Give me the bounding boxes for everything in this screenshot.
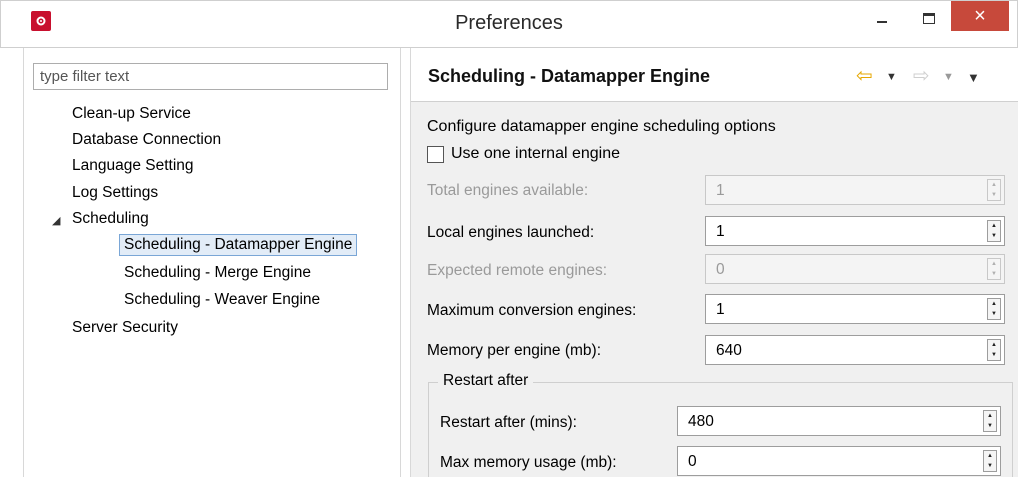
- use-internal-engine-checkbox-row[interactable]: Use one internal engine: [427, 145, 620, 163]
- window-title: Preferences: [455, 12, 563, 34]
- page-description: Configure datamapper engine scheduling o…: [427, 118, 776, 135]
- memory-per-engine-value[interactable]: 640: [716, 342, 742, 360]
- restart-after-mins-value[interactable]: 480: [688, 413, 714, 431]
- memory-per-engine-spinner[interactable]: 640 ▲ ▼: [705, 335, 1005, 365]
- forward-dropdown-icon[interactable]: ▼: [943, 71, 954, 83]
- back-arrow-icon[interactable]: ⇦: [856, 63, 873, 88]
- use-internal-engine-checkbox[interactable]: [427, 145, 444, 163]
- maximize-button[interactable]: [914, 1, 944, 35]
- spinner-arrows-icon: ▲ ▼: [987, 258, 1001, 280]
- expected-remote-engines-value: 0: [716, 261, 725, 278]
- title-bar: Preferences ×: [0, 0, 1018, 48]
- view-menu-icon[interactable]: ▼: [967, 70, 980, 85]
- spinner-arrows-icon[interactable]: ▲ ▼: [983, 450, 997, 472]
- maximize-icon: [923, 12, 935, 24]
- max-memory-usage-label: Max memory usage (mb):: [440, 454, 617, 471]
- minimize-icon: [877, 21, 887, 23]
- total-engines-spinner: 1 ▲ ▼: [705, 175, 1005, 205]
- max-conversion-engines-spinner[interactable]: 1 ▲ ▼: [705, 294, 1005, 324]
- spinner-arrows-icon[interactable]: ▲ ▼: [983, 410, 997, 432]
- close-button[interactable]: ×: [951, 1, 1009, 31]
- expected-remote-engines-label: Expected remote engines:: [427, 262, 608, 279]
- minimize-button[interactable]: [867, 1, 897, 35]
- back-dropdown-icon[interactable]: ▼: [886, 71, 897, 83]
- tree-item-scheduling[interactable]: Scheduling: [72, 209, 149, 229]
- tree-item-server-security[interactable]: Server Security: [72, 318, 178, 338]
- tree-item-language-setting[interactable]: Language Setting: [72, 156, 194, 176]
- close-icon: ×: [974, 4, 986, 27]
- tree-item-scheduling-weaver-engine[interactable]: Scheduling - Weaver Engine: [124, 290, 320, 310]
- use-internal-engine-label: Use one internal engine: [451, 145, 621, 162]
- page-header: Scheduling - Datamapper Engine ⇦ ▼ ⇨ ▼ ▼: [411, 48, 1018, 102]
- spinner-arrows-icon[interactable]: ▲ ▼: [987, 339, 1001, 361]
- tree-item-log-settings[interactable]: Log Settings: [72, 183, 158, 203]
- restart-after-mins-spinner[interactable]: 480 ▲ ▼: [677, 406, 1001, 436]
- local-engines-value[interactable]: 1: [716, 223, 725, 241]
- total-engines-label: Total engines available:: [427, 182, 589, 199]
- max-memory-usage-spinner[interactable]: 0 ▲ ▼: [677, 446, 1001, 476]
- filter-input[interactable]: [33, 63, 388, 90]
- max-conversion-engines-value[interactable]: 1: [716, 301, 725, 319]
- spinner-arrows-icon: ▲ ▼: [987, 179, 1001, 201]
- spinner-arrows-icon[interactable]: ▲ ▼: [987, 298, 1001, 320]
- total-engines-value: 1: [716, 182, 725, 199]
- tree-item-scheduling-merge-engine[interactable]: Scheduling - Merge Engine: [124, 263, 311, 283]
- spinner-arrows-icon[interactable]: ▲ ▼: [987, 220, 1001, 242]
- tree-item-clean-up-service[interactable]: Clean-up Service: [72, 104, 191, 124]
- local-engines-label: Local engines launched:: [427, 224, 595, 241]
- memory-per-engine-label: Memory per engine (mb):: [427, 342, 602, 359]
- restart-after-mins-label: Restart after (mins):: [440, 414, 577, 431]
- expand-caret-icon[interactable]: ◢: [52, 214, 60, 227]
- preferences-tree-panel: Clean-up Service Database Connection Lan…: [23, 48, 401, 477]
- tree-item-database-connection[interactable]: Database Connection: [72, 130, 221, 150]
- expected-remote-engines-spinner: 0 ▲ ▼: [705, 254, 1005, 284]
- local-engines-spinner[interactable]: 1 ▲ ▼: [705, 216, 1005, 246]
- page-title: Scheduling - Datamapper Engine: [428, 66, 711, 86]
- max-memory-usage-value[interactable]: 0: [688, 453, 697, 471]
- preference-page-panel: Scheduling - Datamapper Engine ⇦ ▼ ⇨ ▼ ▼…: [410, 48, 1018, 477]
- restart-after-group-title: Restart after: [438, 372, 534, 390]
- max-conversion-engines-label: Maximum conversion engines:: [427, 302, 637, 319]
- forward-arrow-icon[interactable]: ⇨: [913, 63, 930, 88]
- tree-item-scheduling-datamapper-engine[interactable]: Scheduling - Datamapper Engine: [119, 234, 358, 256]
